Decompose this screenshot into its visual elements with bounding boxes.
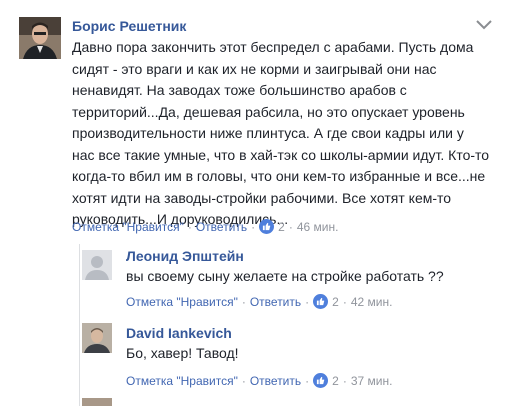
separator: · xyxy=(305,373,310,388)
comment-line: сидят - это враги и как их не корми и за… xyxy=(72,60,437,77)
separator: · xyxy=(251,219,256,234)
comment-text: Давно пора закончить этот беспредел с ар… xyxy=(72,37,512,231)
comment-text: Бо, хавер! Тавод! xyxy=(126,343,506,365)
chevron-down-icon[interactable] xyxy=(476,20,492,30)
comment-actions: Отметка "Нравится" · Ответить · 2 · 46 м… xyxy=(72,219,338,234)
comment-line: Бо, хавер! Тавод! xyxy=(126,345,239,361)
like-count: 2 xyxy=(332,294,339,309)
avatar-david[interactable] xyxy=(82,323,112,353)
avatar-boris[interactable] xyxy=(19,17,61,59)
comment-line: ненавидят. На заводах тоже большинство а… xyxy=(72,82,407,98)
timestamp[interactable]: 42 мин. xyxy=(351,295,393,309)
like-count: 2 xyxy=(278,219,285,234)
separator: · xyxy=(305,294,310,309)
timestamp[interactable]: 37 мин. xyxy=(351,374,393,388)
separator: · xyxy=(342,373,347,388)
comment-author[interactable]: Борис Решетник xyxy=(72,18,186,34)
comment-line: производительности ниже плинтуса. А где … xyxy=(72,125,464,141)
comment-line: территорий...Да, дешевая рабсила, но это… xyxy=(72,103,465,120)
comment-author[interactable]: David Iankevich xyxy=(126,325,232,341)
avatar-leonid[interactable] xyxy=(82,250,112,280)
separator: · xyxy=(241,373,246,388)
thumbs-up-icon[interactable] xyxy=(259,219,275,234)
avatar-next-reply[interactable] xyxy=(82,398,112,406)
comment-line: Давно пора закончить этот беспредел с ар… xyxy=(72,39,474,55)
thread-divider xyxy=(79,244,80,406)
like-count: 2 xyxy=(332,373,339,388)
reply-link[interactable]: Ответить xyxy=(196,220,247,234)
reply-link[interactable]: Ответить xyxy=(250,295,301,309)
separator: · xyxy=(187,219,192,234)
like-link[interactable]: Отметка "Нравится" xyxy=(126,295,238,309)
comment-line: когда-то вбил им в головы, что они кем-т… xyxy=(72,168,486,184)
comment-actions: Отметка "Нравится" · Ответить · 2 · 37 м… xyxy=(126,373,392,388)
separator: · xyxy=(241,294,246,309)
thumbs-up-icon[interactable] xyxy=(313,294,329,309)
comment-line: вы своему сыну желаете на стройке работа… xyxy=(126,268,444,284)
comment-line: хотят идти на заводы-стройки рабочими. В… xyxy=(72,189,452,206)
reply-link[interactable]: Ответить xyxy=(250,374,301,388)
separator: · xyxy=(288,219,293,234)
thumbs-up-icon[interactable] xyxy=(313,373,329,388)
like-link[interactable]: Отметка "Нравится" xyxy=(126,374,238,388)
comment-text: вы своему сыну желаете на стройке работа… xyxy=(126,266,506,288)
comment-actions: Отметка "Нравится" · Ответить · 2 · 42 м… xyxy=(126,294,392,309)
timestamp[interactable]: 46 мин. xyxy=(297,220,339,234)
comment-author[interactable]: Леонид Эпштейн xyxy=(126,248,244,264)
like-link[interactable]: Отметка "Нравится" xyxy=(72,220,184,234)
separator: · xyxy=(342,294,347,309)
comment-line: нас все такие умные, что в хай-тэк со шк… xyxy=(72,146,490,163)
